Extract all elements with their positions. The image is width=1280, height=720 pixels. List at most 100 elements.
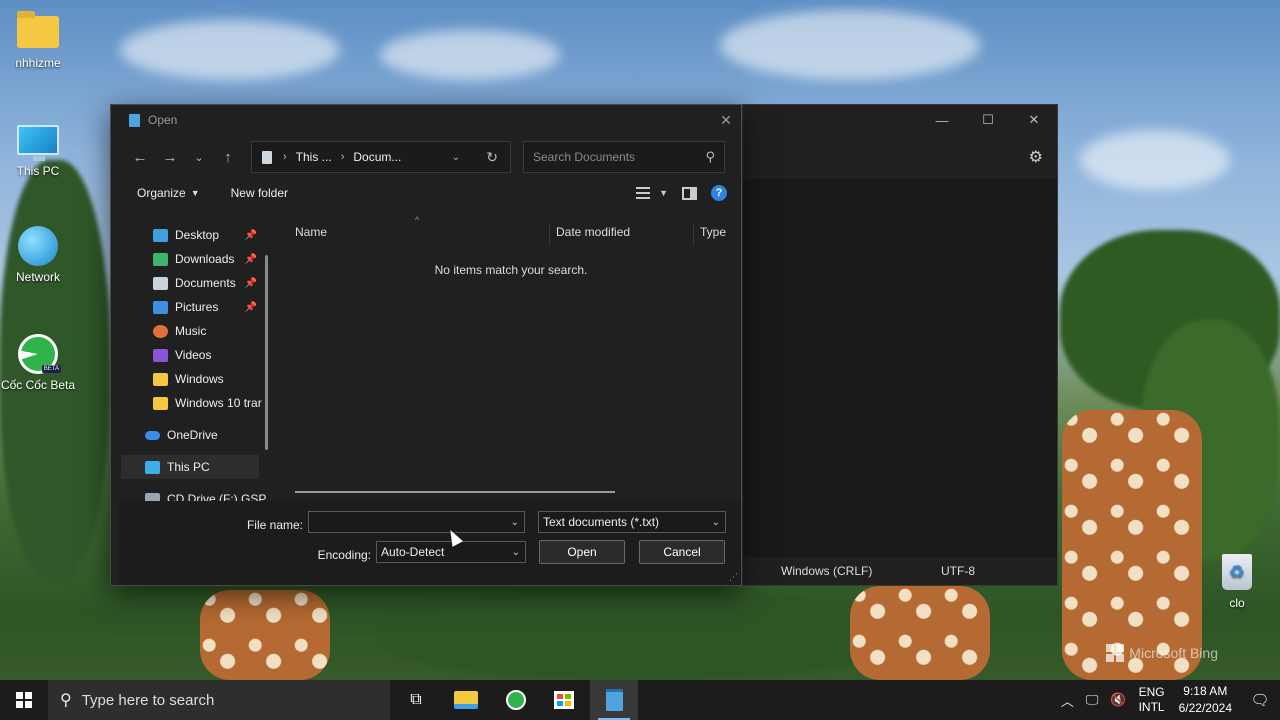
network-icon [16,226,60,266]
navigation-pane: Desktop 📌 Downloads 📌 Documents 📌 Pictur… [121,223,269,501]
language-indicator[interactable]: ENG INTL [1139,685,1165,715]
column-header-type[interactable]: Type [700,219,740,245]
nav-item-cd-drive[interactable]: CD Drive (F:) GSP [121,487,266,501]
breadcrumb-this-pc[interactable]: This ... [296,150,332,164]
nav-item-downloads[interactable]: Downloads 📌 [121,247,261,271]
show-hidden-icons-icon[interactable]: ︿ [1061,691,1074,710]
address-bar[interactable]: › This ... › Docum... ⌄ ↻ [251,141,511,173]
clock[interactable]: 9:18 AM 6/22/2024 [1179,683,1232,717]
system-tray: ︿ 🖵 🔇 ENG INTL 9:18 AM 6/22/2024 🗨 [1055,680,1280,720]
clock-time: 9:18 AM [1183,684,1228,698]
search-icon: ⚲ [60,692,72,709]
address-dropdown-icon[interactable]: ⌄ [452,152,460,163]
task-view-button[interactable]: ⧉ [392,680,440,720]
nav-item-onedrive[interactable]: OneDrive [121,423,261,447]
nav-item-music[interactable]: Music [121,319,261,343]
taskbar: ⚲ Type here to search ⧉ ︿ 🖵 🔇 ENG INTL 9… [0,680,1280,720]
notepad-taskbar-button[interactable] [590,680,638,720]
nav-item-label: OneDrive [167,428,218,442]
horizontal-scrollbar[interactable] [295,491,615,493]
taskbar-search-box[interactable]: ⚲ Type here to search [48,680,390,720]
help-icon[interactable]: ? [711,185,727,201]
nav-item-label: Windows [175,372,224,386]
nav-item-this-pc[interactable]: This PC [121,455,259,479]
column-header-name[interactable]: Name [295,219,545,245]
notification-center-icon[interactable]: 🗨 [1240,680,1280,720]
notepad-toolbar: ⚙ [743,135,1057,179]
file-name-input[interactable]: ⌄ [308,511,525,533]
refresh-icon[interactable]: ↻ [486,149,498,166]
desktop-icon-this-pc[interactable]: This PC [0,120,76,178]
microsoft-logo-icon [1106,644,1125,662]
desktop-icon-label: Cốc Cốc Beta [0,378,76,392]
volume-muted-icon[interactable]: 🔇 [1110,692,1126,708]
breadcrumb-documents[interactable]: Docum... [353,150,401,164]
this-pc-icon [145,460,160,474]
desktop-icon-coccoc[interactable]: BETA Cốc Cốc Beta [0,334,76,392]
network-status-icon[interactable]: 🖵 [1086,692,1099,708]
column-header-label: Date modified [556,225,631,239]
minimize-button[interactable]: — [919,105,965,135]
nav-item-windows-10[interactable]: Windows 10 trar [121,391,262,415]
search-icon[interactable]: ⚲ [705,149,715,165]
windows-logo-icon [16,692,32,708]
cancel-button[interactable]: Cancel [639,540,725,564]
dialog-close-button[interactable]: ✕ [711,105,741,135]
back-arrow-icon[interactable]: ← [125,142,155,172]
open-button[interactable]: Open [539,540,625,564]
column-divider[interactable] [693,223,694,245]
nav-item-desktop[interactable]: Desktop 📌 [121,223,261,247]
store-button[interactable] [540,680,588,720]
desktop-icon-network[interactable]: Network [0,226,76,284]
forward-arrow-icon[interactable]: → [155,142,185,172]
coccoc-taskbar-button[interactable] [492,680,540,720]
music-icon [153,324,168,338]
file-type-select[interactable]: Text documents (*.txt) ⌄ [538,511,726,533]
encoding-value: Auto-Detect [381,545,445,559]
nav-item-windows[interactable]: Windows [121,367,261,391]
status-line-ending: Windows (CRLF) [781,564,873,578]
bing-watermark-text: Microsoft Bing [1129,645,1218,661]
folder-icon [16,11,60,52]
dialog-navbar: ← → ⌄ ↑ › This ... › Docum... ⌄ ↻ Search… [111,135,741,179]
resize-grip-icon[interactable]: ⋰ [729,572,738,583]
start-button[interactable] [0,680,48,720]
nav-item-label: Desktop [175,228,220,242]
nav-item-label: Music [175,324,207,338]
caret-down-icon: ▼ [659,188,668,198]
nav-item-documents[interactable]: Documents 📌 [121,271,261,295]
preview-pane-icon[interactable] [682,186,697,200]
navigation-scrollbar[interactable] [265,255,268,450]
encoding-label: Encoding: [317,548,371,562]
notepad-statusbar: Windows (CRLF) UTF-8 [743,557,1057,585]
new-folder-button[interactable]: New folder [231,186,288,200]
column-divider[interactable] [549,223,550,245]
nav-item-videos[interactable]: Videos [121,343,261,367]
change-view-button[interactable]: ▼ [636,187,668,199]
nav-item-label: Windows 10 trar [175,396,262,410]
search-input[interactable]: Search Documents ⚲ [523,141,725,173]
videos-icon [153,348,168,362]
desktop-icon-folder[interactable]: nhhizme [0,11,76,70]
column-header-date-modified[interactable]: Date modified [556,219,690,245]
downloads-icon [153,252,168,266]
file-explorer-icon [454,691,478,709]
view-controls: ▼ ? [636,179,727,207]
gear-icon[interactable]: ⚙ [1029,147,1043,167]
desktop-icon-label: Network [15,270,60,284]
maximize-button[interactable]: ☐ [965,105,1011,135]
organize-button[interactable]: Organize ▼ [137,186,200,200]
up-arrow-icon[interactable]: ↑ [213,142,243,172]
notepad-text-area[interactable] [743,179,1057,557]
desktop-icon-label: This PC [16,164,60,178]
coccoc-icon [506,690,526,710]
file-explorer-button[interactable] [442,680,490,720]
chevron-down-icon[interactable]: ⌄ [511,517,519,528]
dialog-footer: File name: ⌄ Text documents (*.txt) ⌄ En… [119,501,741,585]
desktop-icon-recycle-bin[interactable]: ♻ clo [1199,552,1275,610]
recent-locations-chevron-icon[interactable]: ⌄ [185,142,213,172]
chevron-down-icon: ⌄ [511,546,520,558]
breadcrumb-separator-icon: › [340,151,345,163]
close-button[interactable]: ✕ [1011,105,1057,135]
nav-item-pictures[interactable]: Pictures 📌 [121,295,261,319]
